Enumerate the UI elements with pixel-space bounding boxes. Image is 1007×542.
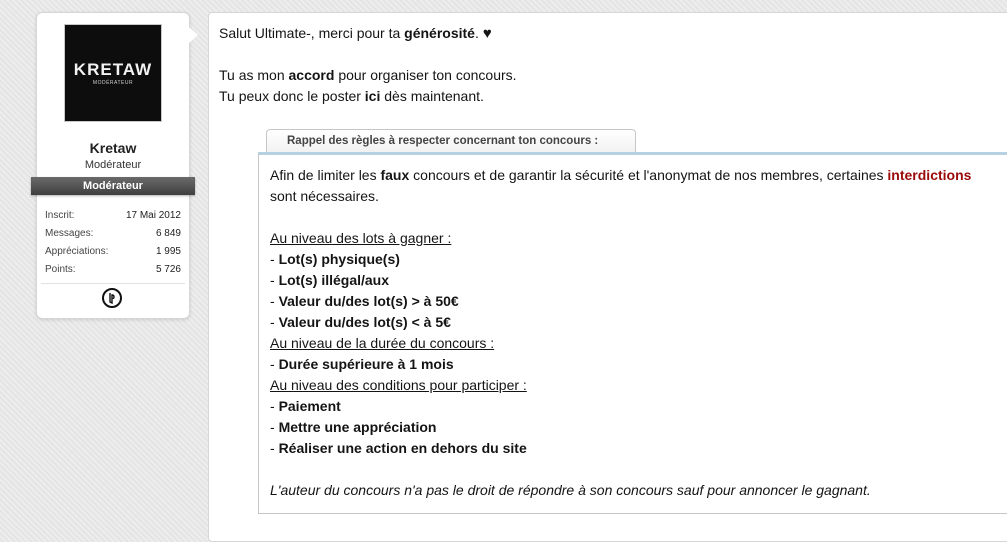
message-body: Salut Ultimate-, merci pour ta générosit…: [208, 12, 1007, 542]
playstation-icon[interactable]: [102, 288, 122, 308]
rule-text: Valeur du/des lot(s) > à 50€: [278, 293, 459, 309]
text-segment: Tu peux donc le poster: [219, 88, 365, 104]
stat-row-joined: Inscrit: 17 Mai 2012: [45, 207, 181, 225]
rule-item: - Valeur du/des lot(s) > à 50€: [270, 291, 1007, 312]
text-segment: Tu as mon: [219, 67, 289, 83]
text-segment: Afin de limiter les: [270, 167, 381, 183]
list-dash: -: [270, 251, 279, 267]
heart-icon: ♥: [482, 25, 492, 42]
list-dash: -: [270, 314, 279, 330]
message-line-accord: Tu as mon accord pour organiser ton conc…: [219, 65, 517, 86]
rule-item: - Lot(s) illégal/aux: [270, 270, 1007, 291]
text-segment: dès maintenant.: [380, 88, 484, 104]
rule-item: - Réaliser une action en dehors du site: [270, 438, 1007, 459]
list-dash: -: [270, 272, 279, 288]
rules-footer: L'auteur du concours n'a pas le droit de…: [270, 482, 871, 498]
message-text: Salut Ultimate-, merci pour ta générosit…: [219, 23, 517, 107]
list-dash: -: [270, 398, 279, 414]
rule-item: - Mettre une appréciation: [270, 417, 1007, 438]
text-bold: ici: [364, 88, 381, 104]
rule-text: Paiement: [278, 398, 341, 414]
stat-row-points: Points: 5 726: [45, 261, 181, 279]
stat-row-messages: Messages: 6 849: [45, 225, 181, 243]
text-segment: .: [474, 25, 479, 41]
rule-text: Réaliser une action en dehors du site: [278, 440, 527, 456]
stat-value: 1 995: [155, 246, 181, 257]
text-highlight: interdictions: [887, 167, 972, 183]
rules-intro-end: sont nécessaires.: [270, 188, 379, 204]
stat-value: 17 Mai 2012: [125, 210, 181, 221]
rule-text: Durée supérieure à 1 mois: [278, 356, 454, 372]
rank-banner: Modérateur: [31, 177, 195, 195]
text-bold: faux: [380, 167, 410, 183]
user-title: Modérateur: [84, 159, 142, 171]
text-segment: concours et de garantir la sécurité et l…: [409, 167, 888, 183]
rules-quote-box: Afin de limiter les faux concours et de …: [258, 152, 1007, 514]
list-dash: -: [270, 419, 279, 435]
text-segment: Salut Ultimate-, merci pour ta: [219, 25, 405, 41]
stat-label: Inscrit:: [45, 210, 75, 221]
text-bold: générosité: [404, 25, 475, 41]
section-heading-lots: Au niveau des lots à gagner :: [270, 230, 452, 246]
list-dash: -: [270, 293, 279, 309]
stat-value[interactable]: 6 849: [156, 225, 181, 243]
rules-content: Afin de limiter les faux concours et de …: [270, 165, 1007, 501]
avatar-logo-text: KRETAW: [73, 59, 153, 79]
list-dash: -: [270, 356, 279, 372]
rules-intro: Afin de limiter les faux concours et de …: [270, 165, 1007, 186]
stat-label: Appréciations:: [45, 246, 109, 257]
rules-quote-tab: Rappel des règles à respecter concernant…: [266, 129, 636, 153]
text-bold: accord: [288, 67, 335, 83]
stats-divider: [41, 283, 185, 284]
stat-row-likes: Appréciations: 1 995: [45, 243, 181, 261]
rule-text: Lot(s) physique(s): [278, 251, 400, 267]
stat-label: Messages:: [45, 228, 94, 239]
stat-label: Points:: [45, 264, 76, 275]
rule-item: - Durée supérieure à 1 mois: [270, 354, 1007, 375]
section-heading-duree: Au niveau de la durée du concours :: [270, 335, 495, 351]
user-stats: Inscrit: 17 Mai 2012 Messages: 6 849 App…: [45, 207, 181, 279]
rule-text: Mettre une appréciation: [278, 419, 437, 435]
text-segment: pour organiser ton concours.: [334, 67, 517, 83]
rule-item: - Lot(s) physique(s): [270, 249, 1007, 270]
rule-text: Lot(s) illégal/aux: [278, 272, 390, 288]
card-arrow: [189, 27, 198, 43]
list-dash: -: [270, 440, 279, 456]
stat-value[interactable]: 5 726: [156, 261, 181, 279]
avatar[interactable]: KRETAW MODÉRATEUR: [64, 24, 162, 122]
message-line-thanks: Salut Ultimate-, merci pour ta générosit…: [219, 23, 517, 44]
avatar-logo-subtext: MODÉRATEUR: [92, 79, 134, 86]
rule-text: Valeur du/des lot(s) < à 5€: [278, 314, 451, 330]
user-card: KRETAW MODÉRATEUR Kretaw Modérateur Modé…: [31, 12, 198, 319]
message-line-post: Tu peux donc le poster ici dès maintenan…: [219, 86, 517, 107]
rule-item: - Paiement: [270, 396, 1007, 417]
rule-item: - Valeur du/des lot(s) < à 5€: [270, 312, 1007, 333]
username-link[interactable]: Kretaw: [37, 140, 189, 156]
section-heading-conditions: Au niveau des conditions pour participer…: [270, 377, 527, 393]
